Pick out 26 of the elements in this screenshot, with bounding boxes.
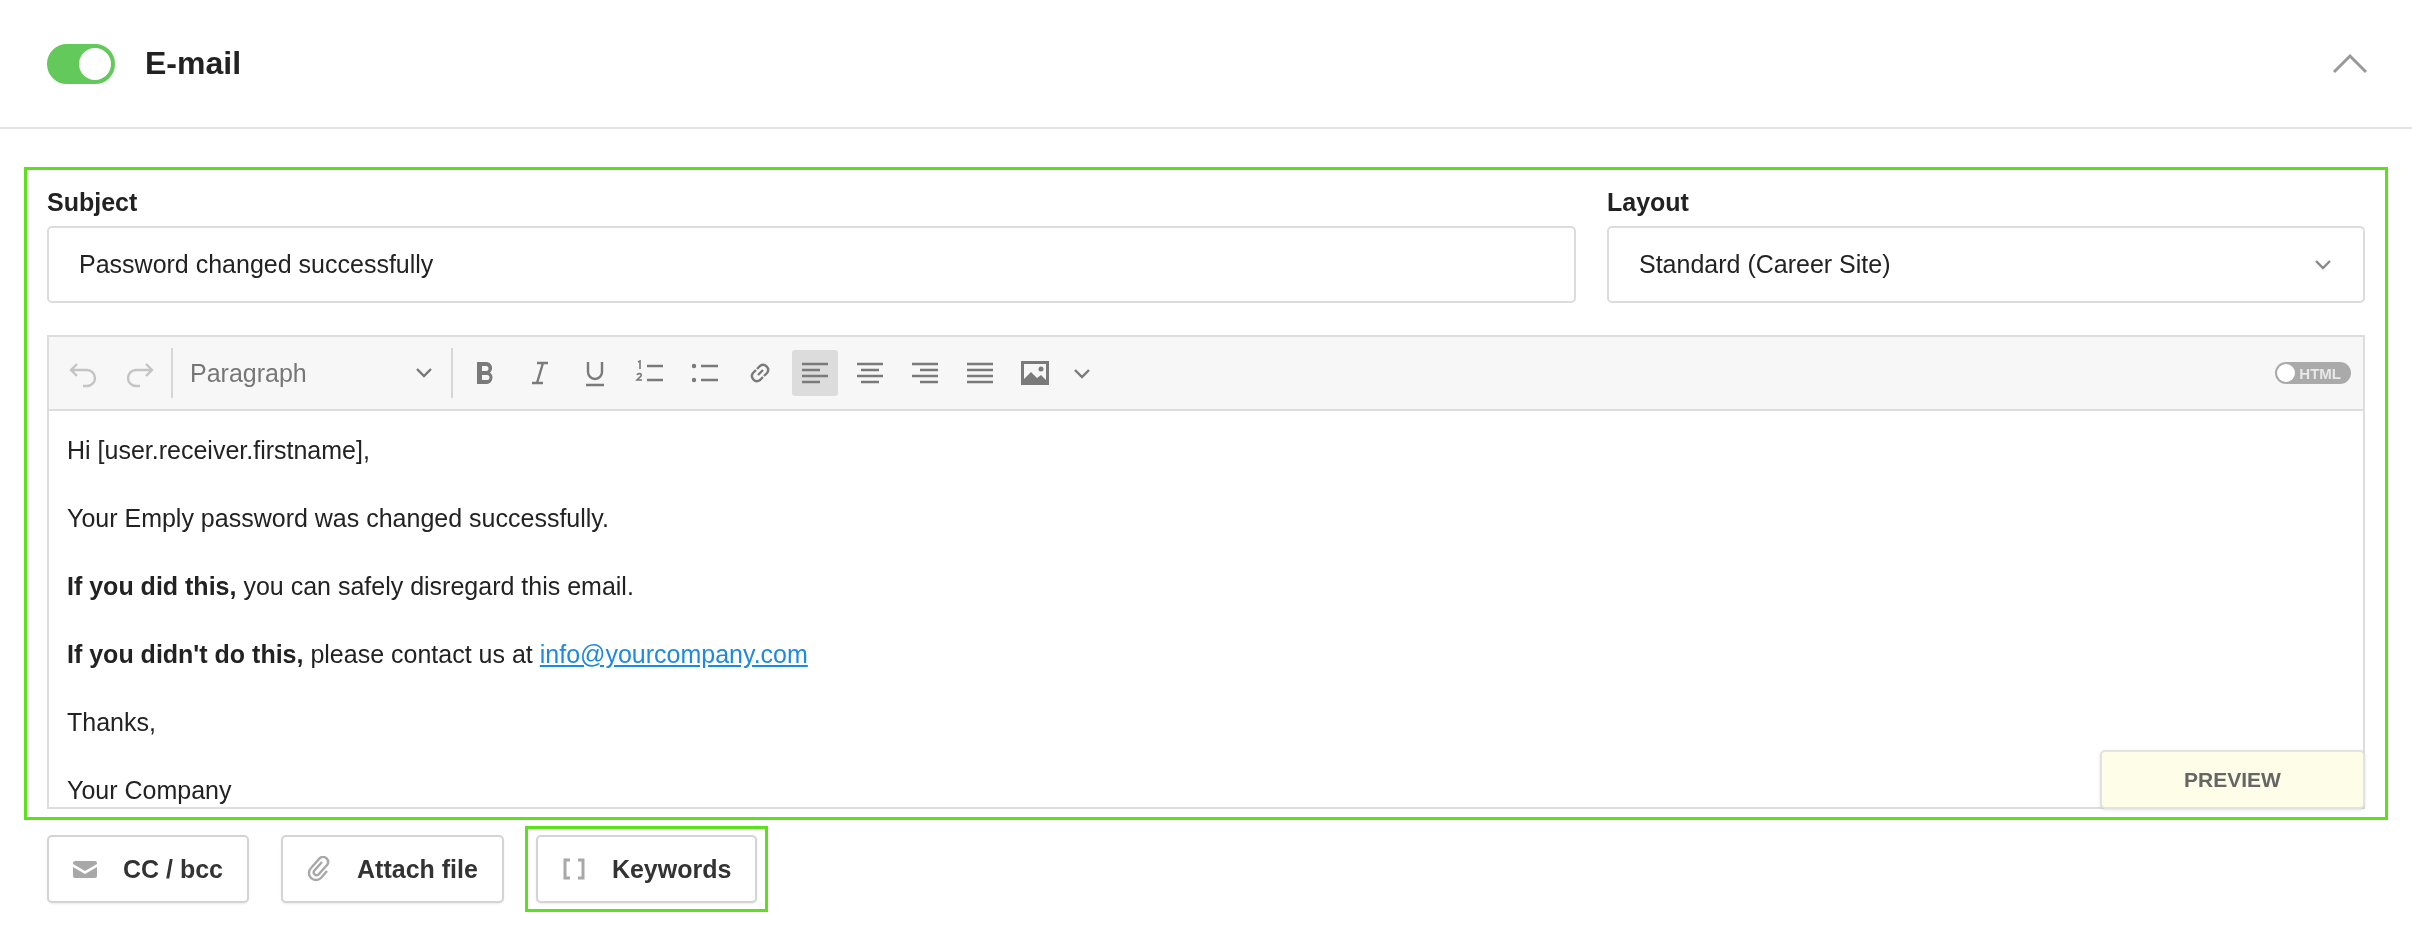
block-format-dropdown[interactable]: Paragraph — [182, 350, 442, 396]
align-left-button[interactable] — [792, 350, 838, 396]
collapse-icon[interactable] — [2330, 51, 2370, 76]
action-button[interactable]: Keywords — [535, 835, 758, 903]
subject-field[interactable]: Password changed successfully — [47, 226, 1576, 303]
body-paragraph: Your Company — [67, 775, 232, 805]
body-paragraph: Thanks, — [67, 707, 156, 737]
body-paragraph: Hi [user.receiver.firstname], — [67, 435, 370, 465]
preview-button[interactable]: PREVIEW — [2100, 750, 2365, 809]
caret-icon — [414, 367, 434, 379]
body-paragraph: If you did this, you can safely disregard this email. — [67, 571, 634, 601]
caret-icon — [2313, 258, 2333, 271]
section-title: E-mail — [145, 45, 243, 82]
envelope-icon — [73, 859, 97, 879]
body-paragraph: Your Emply password was changed successfully. — [67, 503, 609, 533]
field-label: Layout — [1607, 188, 1690, 217]
caret-icon — [1073, 367, 1091, 379]
field-label: Subject — [47, 188, 139, 217]
paperclip-icon — [307, 856, 332, 882]
action-button[interactable]: Attach file — [281, 835, 504, 903]
body-paragraph: If you didn't do this, please contact us at info@yourcompany.com — [67, 639, 808, 669]
email-link[interactable]: info@yourcompany.com — [539, 640, 808, 668]
brackets-icon — [561, 858, 586, 880]
action-button[interactable]: CC / bcc — [47, 835, 250, 903]
toggle-switch[interactable] — [47, 43, 115, 84]
layout-dropdown[interactable]: Standard (Career Site) — [1607, 226, 2365, 303]
